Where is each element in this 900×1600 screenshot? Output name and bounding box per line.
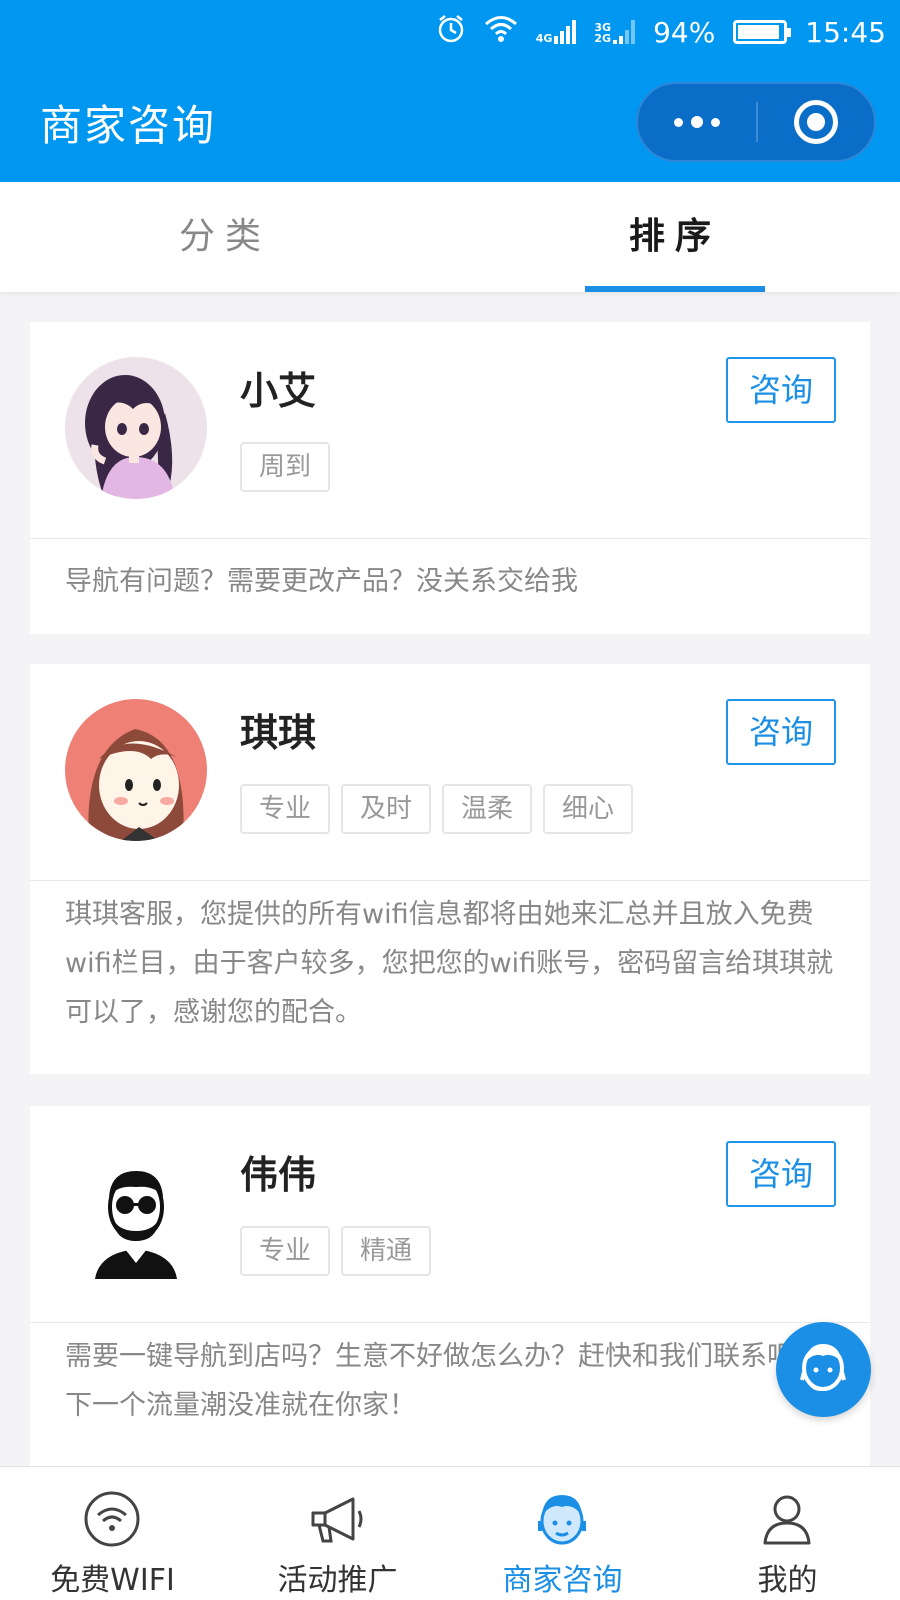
consultant-name: 琪琪 [240, 711, 317, 755]
signal-icon: 4G [536, 20, 577, 44]
avatar [65, 357, 207, 499]
more-button[interactable] [638, 84, 756, 160]
consultant-card: 琪琪 专业 及时 温柔 细心 咨询 琪琪客服，您提供的所有wifi信息都将由她来… [30, 664, 870, 1074]
tag-list: 专业 精通 [240, 1226, 432, 1276]
wifi-icon [84, 1491, 140, 1547]
bottom-tab-label: 活动推广 [277, 1563, 398, 1598]
avatar [65, 699, 207, 841]
navigation-bar: 商家咨询 [0, 64, 900, 182]
tag: 及时 [341, 784, 432, 834]
divider [30, 1322, 870, 1323]
wifi-icon [484, 15, 518, 50]
alarm-icon [436, 14, 466, 51]
customer-service-button[interactable] [776, 1322, 871, 1417]
customer-service-icon [800, 1344, 846, 1391]
mini-program-capsule [636, 82, 876, 162]
consultant-description: 需要一键导航到店吗？生意不好做怎么办？赶快和我们联系吧，下一个流量潮没准就在你家… [65, 1341, 821, 1421]
signal-icon: 3G 2G [594, 20, 636, 45]
megaphone-icon [311, 1497, 363, 1543]
close-button[interactable] [794, 100, 838, 144]
bottom-tab-label: 免费WIFI [50, 1563, 175, 1598]
consultant-card: 小艾 周到 咨询 导航有问题？需要更改产品？没关系交给我 [30, 322, 870, 634]
consultant-card: 伟伟 专业 精通 咨询 需要一键导航到店吗？生意不好做怎么办？赶快和我们联系吧，… [30, 1106, 870, 1486]
tag: 精通 [341, 1226, 432, 1276]
avatar [65, 1141, 207, 1283]
bottom-tab-promotion[interactable]: 活动推广 [225, 1467, 450, 1600]
battery-percent: 94% [653, 15, 716, 49]
tag: 专业 [240, 784, 331, 834]
clock: 15:45 [805, 15, 886, 49]
battery-icon [733, 20, 792, 44]
tab-sort[interactable]: 排序 [450, 182, 900, 292]
status-bar: 4G 3G 2G 94% 15:45 [0, 0, 900, 64]
divider [30, 880, 870, 881]
network-type-label: 2G [594, 32, 612, 45]
tag: 专业 [240, 1226, 331, 1276]
tab-bar: 分类 排序 [0, 182, 900, 292]
tag-list: 专业 及时 温柔 细心 [240, 784, 634, 834]
consult-button[interactable]: 咨询 [726, 1141, 836, 1207]
tag: 周到 [240, 442, 331, 492]
bottom-tab-merchant-consult[interactable]: 商家咨询 [450, 1467, 675, 1600]
consultant-description: 导航有问题？需要更改产品？没关系交给我 [65, 566, 578, 597]
tag: 细心 [543, 784, 634, 834]
customer-service-icon [538, 1495, 586, 1545]
consult-button[interactable]: 咨询 [726, 357, 836, 423]
consultant-name: 伟伟 [240, 1153, 317, 1197]
user-icon [763, 1495, 811, 1545]
bottom-tab-mine[interactable]: 我的 [675, 1467, 900, 1600]
tab-category[interactable]: 分类 [0, 182, 450, 292]
consultant-description: 琪琪客服，您提供的所有wifi信息都将由她来汇总并且放入免费wifi栏目，由于客… [65, 899, 834, 1028]
divider [30, 538, 870, 539]
active-tab-indicator [585, 286, 765, 292]
capsule-divider [756, 102, 758, 142]
bottom-tab-bar: 免费WIFI 活动推广 商家咨询 我的 [0, 1466, 900, 1600]
tag-list: 周到 [240, 442, 331, 492]
consult-button[interactable]: 咨询 [726, 699, 836, 765]
network-type-label: 4G [535, 32, 553, 45]
tag: 温柔 [442, 784, 533, 834]
bottom-tab-label: 商家咨询 [502, 1563, 623, 1598]
page-title: 商家咨询 [40, 101, 217, 150]
bottom-tab-free-wifi[interactable]: 免费WIFI [0, 1467, 225, 1600]
bottom-tab-label: 我的 [757, 1563, 818, 1598]
consultant-name: 小艾 [240, 369, 317, 413]
